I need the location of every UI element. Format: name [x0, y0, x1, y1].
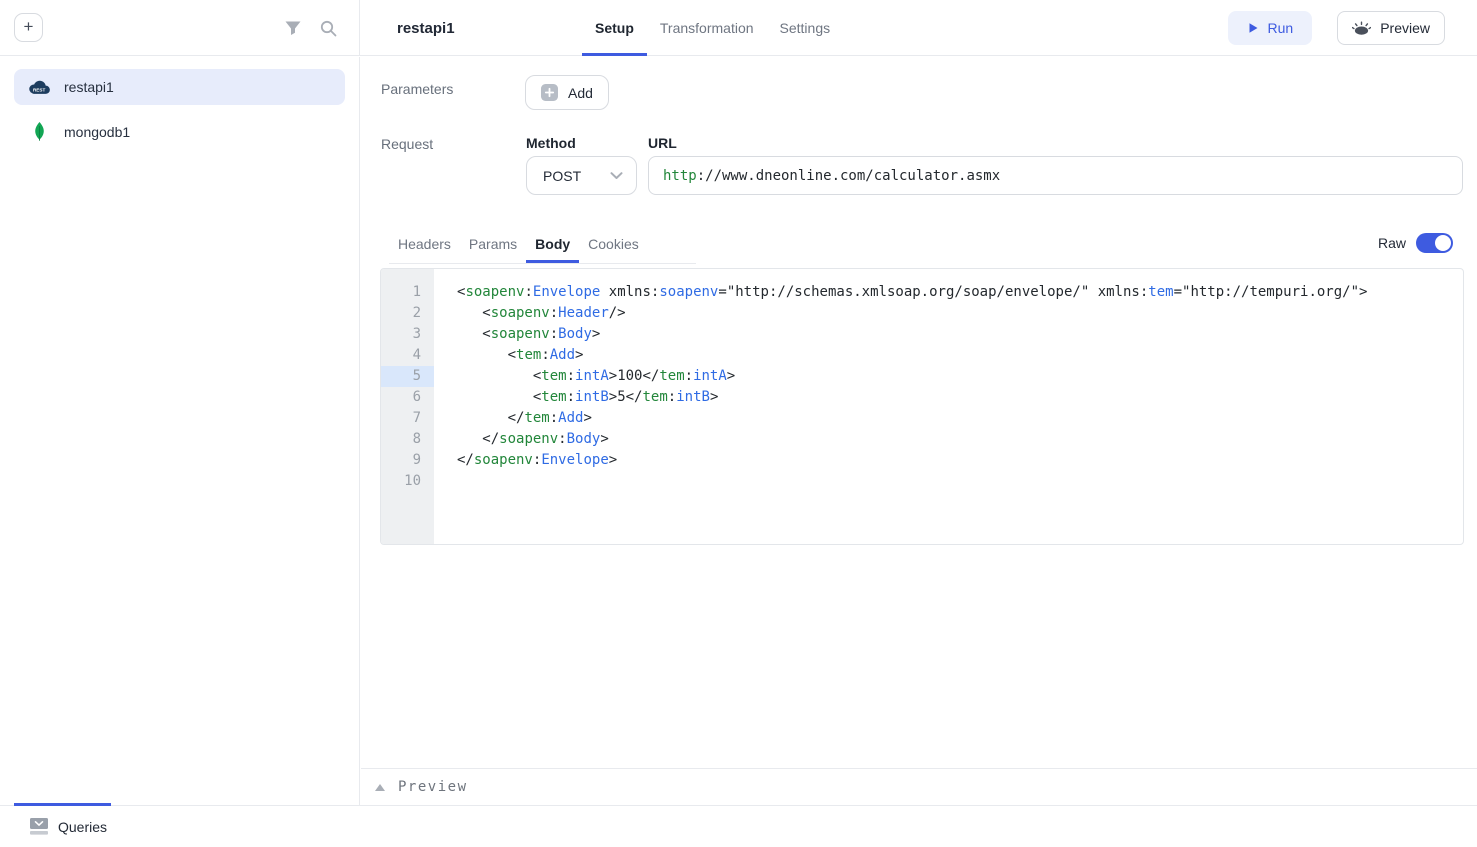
code-line[interactable]: <soapenv:Envelope xmlns:soapenv="http://… — [434, 282, 1463, 303]
method-select[interactable]: POST — [526, 156, 637, 195]
new-item-button[interactable]: + — [14, 13, 43, 42]
tab-headers[interactable]: Headers — [389, 226, 460, 263]
eye-icon — [1352, 21, 1371, 36]
line-number: 6 — [381, 387, 434, 408]
request-label: Request — [381, 136, 433, 152]
setup-panel: Parameters Add Request Method POST URL h… — [361, 57, 1477, 805]
sidebar-item-restapi1[interactable]: REST restapi1 — [14, 69, 345, 105]
app-window: + restapi1 Setup Transformation Settings — [0, 0, 1477, 847]
top-bar: + restapi1 Setup Transformation Settings — [0, 0, 1477, 56]
add-parameter-button[interactable]: Add — [525, 75, 609, 110]
url-scheme: http — [663, 168, 697, 184]
search-icon — [320, 20, 337, 37]
line-number: 8 — [381, 429, 434, 450]
main-header: restapi1 Setup Transformation Settings R… — [360, 0, 1477, 56]
line-number: 2 — [381, 303, 434, 324]
funnel-icon — [285, 21, 301, 36]
chevron-down-icon — [610, 172, 623, 180]
code-line[interactable]: <tem:intB>5</tem:intB> — [434, 387, 1463, 408]
toggle-knob — [1435, 235, 1451, 251]
preview-label: Preview — [1380, 20, 1430, 36]
header-tabs: Setup Transformation Settings — [582, 0, 843, 56]
run-label: Run — [1268, 20, 1294, 36]
queries-icon — [30, 818, 48, 835]
editor-gutter: 12345678910 — [381, 269, 434, 544]
method-value: POST — [543, 168, 581, 184]
line-number: 7 — [381, 408, 434, 429]
sidebar-toolbar: + — [0, 0, 360, 56]
line-number: 9 — [381, 450, 434, 471]
tab-cookies[interactable]: Cookies — [579, 226, 648, 263]
code-line[interactable]: <soapenv:Header/> — [434, 303, 1463, 324]
tab-body[interactable]: Body — [526, 226, 579, 263]
header-actions: Run Preview — [1228, 11, 1445, 45]
line-number: 5 — [381, 366, 434, 387]
tab-setup[interactable]: Setup — [582, 0, 647, 56]
line-number: 3 — [381, 324, 434, 345]
code-line[interactable]: <soapenv:Body> — [434, 324, 1463, 345]
parameters-label: Parameters — [381, 81, 453, 97]
filter-button[interactable] — [283, 19, 303, 37]
sidebar-item-label: mongodb1 — [64, 124, 130, 140]
bottom-bar: Queries — [0, 805, 1477, 847]
editor-code[interactable]: <soapenv:Envelope xmlns:soapenv="http://… — [434, 269, 1463, 544]
triangle-up-icon — [375, 784, 385, 791]
preview-button[interactable]: Preview — [1337, 11, 1445, 45]
tab-params[interactable]: Params — [460, 226, 526, 263]
url-value: ://www.dneonline.com/calculator.asmx — [697, 168, 1000, 184]
code-line[interactable]: </soapenv:Envelope> — [434, 450, 1463, 471]
sidebar-item-mongodb1[interactable]: mongodb1 — [14, 114, 345, 150]
line-number: 1 — [381, 282, 434, 303]
sidebar-item-label: restapi1 — [64, 79, 114, 95]
queries-tab[interactable]: Queries — [30, 806, 107, 847]
raw-toggle-row: Raw — [1378, 233, 1453, 253]
page-title: restapi1 — [397, 0, 455, 56]
run-button[interactable]: Run — [1228, 11, 1313, 45]
rest-api-icon: REST — [27, 80, 51, 95]
preview-panel-toggle[interactable]: Preview — [361, 768, 1477, 805]
mongodb-icon — [27, 122, 51, 142]
tab-transformation[interactable]: Transformation — [647, 0, 767, 56]
queries-label: Queries — [58, 819, 107, 835]
code-line[interactable]: </tem:Add> — [434, 408, 1463, 429]
code-line[interactable]: <tem:Add> — [434, 345, 1463, 366]
preview-panel-label: Preview — [398, 779, 468, 795]
code-line[interactable]: <tem:intA>100</tem:intA> — [434, 366, 1463, 387]
tab-settings[interactable]: Settings — [767, 0, 844, 56]
code-line[interactable] — [434, 471, 1463, 492]
line-number: 4 — [381, 345, 434, 366]
raw-label: Raw — [1378, 235, 1406, 251]
url-input[interactable]: http://www.dneonline.com/calculator.asmx — [648, 156, 1463, 195]
request-body-tabs: Headers Params Body Cookies — [389, 226, 696, 264]
play-icon — [1247, 22, 1259, 34]
add-label: Add — [568, 85, 593, 101]
svg-text:REST: REST — [33, 87, 46, 92]
code-line[interactable]: </soapenv:Body> — [434, 429, 1463, 450]
sidebar: REST restapi1 mongodb1 — [0, 57, 360, 805]
raw-toggle[interactable] — [1416, 233, 1453, 253]
line-number: 10 — [381, 471, 434, 492]
method-label: Method — [526, 135, 576, 151]
code-editor[interactable]: 12345678910 <soapenv:Envelope xmlns:soap… — [380, 268, 1464, 545]
plus-square-icon — [541, 84, 558, 101]
url-label: URL — [648, 135, 677, 151]
search-button[interactable] — [318, 18, 338, 38]
